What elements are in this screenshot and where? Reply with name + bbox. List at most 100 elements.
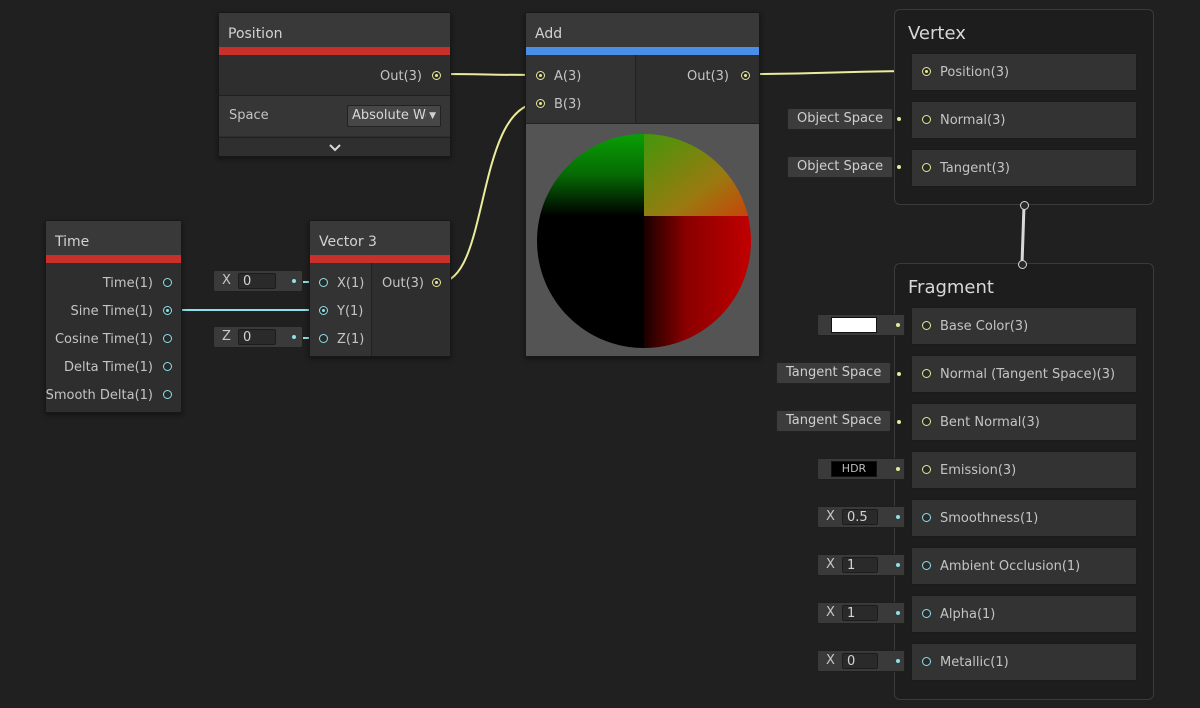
- fragment-metallic-port[interactable]: [922, 657, 931, 666]
- fragment-flow-in-port[interactable]: [1018, 260, 1027, 269]
- time-node[interactable]: Time Time(1) Sine Time(1) Cosine Time(1)…: [45, 220, 182, 413]
- fragment-base-color-label: Base Color(3): [940, 319, 1029, 334]
- fragment-context[interactable]: Fragment Base Color(3) Normal (Tangent S…: [894, 260, 1154, 700]
- smoothness-dot: [896, 515, 900, 519]
- vertex-flow-out-port[interactable]: [1020, 201, 1029, 210]
- vector3-z-port[interactable]: [319, 334, 328, 343]
- vertex-tangent-space[interactable]: Object Space: [787, 156, 894, 178]
- ao-x-label: X: [826, 557, 835, 572]
- alpha-x-label: X: [826, 605, 835, 620]
- fragment-block-ao[interactable]: Ambient Occlusion(1): [911, 547, 1137, 585]
- vertex-context[interactable]: Vertex Position(3) Normal(3) Tangent(3): [894, 9, 1154, 210]
- fragment-smoothness-label: Smoothness(1): [940, 511, 1039, 526]
- add-b-label: B(3): [554, 97, 582, 112]
- fragment-bent-normal-space-dot: [897, 420, 901, 424]
- vector3-node[interactable]: Vector 3 X(1) Y(1) Z(1) Out(3): [309, 220, 451, 357]
- metallic-dot: [896, 659, 900, 663]
- time-node-title[interactable]: Time: [46, 221, 181, 255]
- time-output-port-3[interactable]: [163, 362, 172, 371]
- fragment-metallic-field[interactable]: X 0: [817, 650, 905, 672]
- add-node-accent: [526, 47, 759, 55]
- vertex-tangent-label: Tangent(3): [940, 161, 1010, 176]
- position-node[interactable]: Position Out(3) Space Absolute Wo ▼: [218, 12, 451, 157]
- vertex-block-tangent[interactable]: Tangent(3): [911, 149, 1137, 187]
- metallic-value[interactable]: 0: [842, 653, 878, 669]
- fragment-bent-normal-space[interactable]: Tangent Space: [776, 410, 892, 432]
- fragment-normal-space-value: Tangent Space: [786, 365, 882, 380]
- vector3-node-title[interactable]: Vector 3: [310, 221, 450, 255]
- vector3-z-field[interactable]: Z 0: [213, 326, 303, 348]
- fragment-normal-port[interactable]: [922, 369, 931, 378]
- vector3-z-field-value[interactable]: 0: [238, 329, 276, 345]
- fragment-block-base-color[interactable]: Base Color(3): [911, 307, 1137, 345]
- fragment-ao-field[interactable]: X 1: [817, 554, 905, 576]
- vector3-x-field-value[interactable]: 0: [238, 273, 276, 289]
- vector3-x-field-dot: [292, 279, 296, 283]
- time-output-port-0[interactable]: [163, 278, 172, 287]
- vector3-out-port[interactable]: [432, 278, 441, 287]
- fragment-normal-space[interactable]: Tangent Space: [776, 362, 892, 384]
- fragment-block-alpha[interactable]: Alpha(1): [911, 595, 1137, 633]
- emission-dot: [896, 467, 900, 471]
- fragment-alpha-field[interactable]: X 1: [817, 602, 905, 624]
- position-space-dropdown[interactable]: Absolute Wo ▼: [347, 105, 441, 127]
- add-a-label: A(3): [554, 69, 582, 84]
- fragment-block-metallic[interactable]: Metallic(1): [911, 643, 1137, 681]
- vector3-x-field[interactable]: X 0: [213, 270, 303, 292]
- position-out-port[interactable]: [432, 71, 441, 80]
- position-expand-bar[interactable]: [219, 137, 450, 156]
- vertex-tangent-port[interactable]: [922, 163, 931, 172]
- time-output-port-1[interactable]: [163, 306, 172, 315]
- preview-sphere: [537, 134, 751, 348]
- vector3-y-label: Y(1): [337, 304, 364, 319]
- fragment-alpha-port[interactable]: [922, 609, 931, 618]
- fragment-bent-normal-port[interactable]: [922, 417, 931, 426]
- fragment-block-bent-normal[interactable]: Bent Normal(3): [911, 403, 1137, 441]
- alpha-value[interactable]: 1: [842, 605, 878, 621]
- time-output-port-2[interactable]: [163, 334, 172, 343]
- time-output-port-4[interactable]: [163, 390, 172, 399]
- emission-hdr-swatch[interactable]: HDR: [831, 461, 877, 477]
- vector3-z-field-label: Z: [222, 329, 231, 344]
- chevron-down-icon: [329, 144, 341, 152]
- fragment-smoothness-field[interactable]: X 0.5: [817, 506, 905, 528]
- fragment-block-smoothness[interactable]: Smoothness(1): [911, 499, 1137, 537]
- vertex-normal-port[interactable]: [922, 115, 931, 124]
- dropdown-arrow-icon: ▼: [429, 111, 436, 121]
- vertex-normal-space[interactable]: Object Space: [787, 108, 894, 130]
- fragment-ao-label: Ambient Occlusion(1): [940, 559, 1081, 574]
- add-out-label: Out(3): [687, 69, 729, 84]
- fragment-smoothness-port[interactable]: [922, 513, 931, 522]
- add-b-port[interactable]: [536, 99, 545, 108]
- position-space-value: Absolute Wo: [352, 108, 426, 123]
- vector3-y-port[interactable]: [319, 306, 328, 315]
- vertex-block-normal[interactable]: Normal(3): [911, 101, 1137, 139]
- vertex-position-port[interactable]: [922, 67, 931, 76]
- fragment-block-normal[interactable]: Normal (Tangent Space)(3): [911, 355, 1137, 393]
- fragment-emission-field[interactable]: HDR: [817, 458, 905, 480]
- smoothness-value[interactable]: 0.5: [842, 509, 878, 525]
- vertex-tangent-space-value: Object Space: [797, 159, 884, 174]
- fragment-ao-port[interactable]: [922, 561, 931, 570]
- vector3-x-port[interactable]: [319, 278, 328, 287]
- add-node[interactable]: Add A(3) B(3) Out(3): [525, 12, 760, 357]
- fragment-block-emission[interactable]: Emission(3): [911, 451, 1137, 489]
- vertex-block-position[interactable]: Position(3): [911, 53, 1137, 91]
- time-output-3: Delta Time(1): [63, 360, 153, 375]
- position-out-label: Out(3): [380, 69, 422, 84]
- add-node-title[interactable]: Add: [526, 13, 759, 47]
- vertex-title: Vertex: [908, 23, 966, 44]
- vertex-position-label: Position(3): [940, 65, 1010, 80]
- add-a-port[interactable]: [536, 71, 545, 80]
- time-output-2: Cosine Time(1): [54, 332, 153, 347]
- metallic-x-label: X: [826, 653, 835, 668]
- fragment-metallic-label: Metallic(1): [940, 655, 1009, 670]
- position-node-title[interactable]: Position: [219, 13, 450, 47]
- fragment-normal-label: Normal (Tangent Space)(3): [940, 367, 1116, 382]
- fragment-base-color-field[interactable]: [817, 314, 905, 336]
- base-color-swatch[interactable]: [831, 317, 877, 333]
- fragment-emission-port[interactable]: [922, 465, 931, 474]
- add-out-port[interactable]: [741, 71, 750, 80]
- ao-value[interactable]: 1: [842, 557, 878, 573]
- fragment-base-color-port[interactable]: [922, 321, 931, 330]
